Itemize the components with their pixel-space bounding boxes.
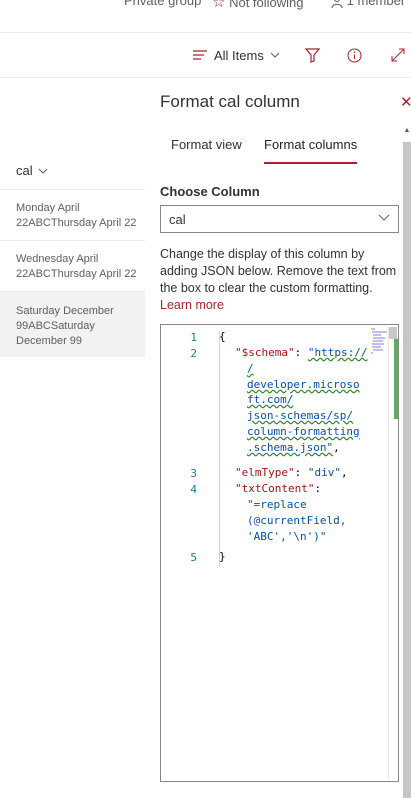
filter-icon (305, 47, 320, 63)
json-key: "txtContent" (235, 482, 315, 495)
choose-column-label: Choose Column (160, 184, 260, 199)
column-dropdown[interactable]: cal (160, 205, 399, 233)
list-item[interactable]: Wednesday April 22ABCThursday April 22 (0, 240, 145, 291)
json-key: "elmType" (235, 466, 295, 479)
code-line: column-formatting (247, 424, 360, 440)
editor-change-marker (394, 339, 398, 419)
filter-button[interactable] (305, 45, 320, 65)
group-privacy-label: Private group (124, 0, 202, 8)
json-url[interactable]: / (247, 362, 254, 375)
json-key: "$schema" (235, 346, 295, 359)
top-bar: Private group ☆ Not following 1 member (0, 0, 411, 33)
expand-button[interactable] (391, 45, 405, 65)
chevron-down-icon (378, 214, 390, 221)
learn-more-link[interactable]: Learn more (160, 298, 224, 312)
json-url[interactable]: column-formatting (247, 425, 360, 438)
code-line: "elmType": "div", (235, 466, 348, 479)
star-icon: ☆ (212, 0, 226, 11)
code-line: "=replace (247, 497, 307, 513)
line-number: 4 (190, 483, 197, 496)
list-item-text: Saturday December 99ABCSaturday December… (16, 305, 114, 347)
json-value: "=replace (247, 498, 307, 511)
members-button[interactable]: 1 member (331, 0, 405, 8)
code-line: .schema.json", (247, 441, 340, 454)
column-header-cal[interactable]: cal (16, 163, 48, 178)
code-line: developer.microso (247, 377, 360, 393)
view-selector-label: All Items (214, 47, 264, 63)
chevron-down-icon (38, 168, 47, 174)
column-header-label: cal (16, 163, 33, 178)
expand-icon (391, 48, 405, 62)
json-url[interactable]: "https:// (308, 346, 368, 359)
json-editor[interactable]: 1 2 3 4 5 { "$schema": "https:// / devel… (160, 324, 399, 782)
follow-label: Not following (229, 0, 304, 10)
list-item[interactable]: Monday April 22ABCThursday April 22 (0, 189, 145, 240)
line-number: 5 (190, 551, 197, 564)
code-line: (@currentField, (247, 513, 346, 529)
editor-scroll-thumb[interactable] (389, 327, 397, 339)
command-bar: All Items (0, 33, 411, 78)
info-icon (347, 48, 362, 62)
json-value: 'ABC','\n')" (247, 530, 327, 543)
code-open-brace: { (219, 330, 226, 343)
view-selector[interactable]: All Items (192, 45, 280, 65)
indent-guide (219, 331, 220, 567)
members-label: 1 member (346, 0, 406, 8)
view-list-icon (193, 50, 207, 60)
info-button[interactable] (347, 45, 362, 65)
json-url[interactable]: developer.microso (247, 378, 360, 391)
code-line: / (247, 361, 254, 377)
code-line: 'ABC','\n')" (247, 529, 326, 545)
tab-format-columns[interactable]: Format columns (264, 137, 358, 164)
code-line: ft.com/ (247, 392, 293, 408)
scroll-up-icon[interactable]: ▲ (403, 127, 411, 137)
code-close-brace: } (219, 550, 226, 563)
code-line: "txtContent": (235, 482, 322, 495)
line-number: 3 (190, 467, 197, 480)
follow-button[interactable]: ☆ Not following (212, 0, 304, 11)
description-text: Change the display of this column by add… (160, 247, 397, 295)
panel-scrollbar[interactable] (403, 142, 411, 798)
json-value: "div" (307, 466, 341, 479)
format-description: Change the display of this column by add… (160, 246, 400, 314)
json-url[interactable]: .schema.json" (247, 441, 333, 454)
panel-title: Format cal column (160, 92, 300, 111)
close-icon[interactable]: ✕ (400, 93, 411, 111)
json-url[interactable]: json-schemas/sp/ (247, 409, 353, 422)
json-value: (@currentField, (247, 514, 347, 527)
tab-format-view[interactable]: Format view (171, 137, 242, 162)
list-item-text: Monday April 22ABCThursday April 22 (16, 202, 137, 229)
json-url[interactable]: ft.com/ (247, 393, 293, 406)
list-item-text: Wednesday April 22ABCThursday April 22 (16, 253, 137, 280)
code-line: json-schemas/sp/ (247, 408, 353, 424)
list-item-selected[interactable]: Saturday December 99ABCSaturday December… (0, 291, 145, 357)
column-dropdown-value: cal (169, 212, 186, 227)
person-icon (331, 0, 343, 8)
chevron-down-icon (270, 52, 280, 58)
line-number: 1 (190, 331, 197, 344)
code-line: "$schema": "https:// (235, 346, 368, 359)
line-number: 2 (190, 347, 197, 360)
